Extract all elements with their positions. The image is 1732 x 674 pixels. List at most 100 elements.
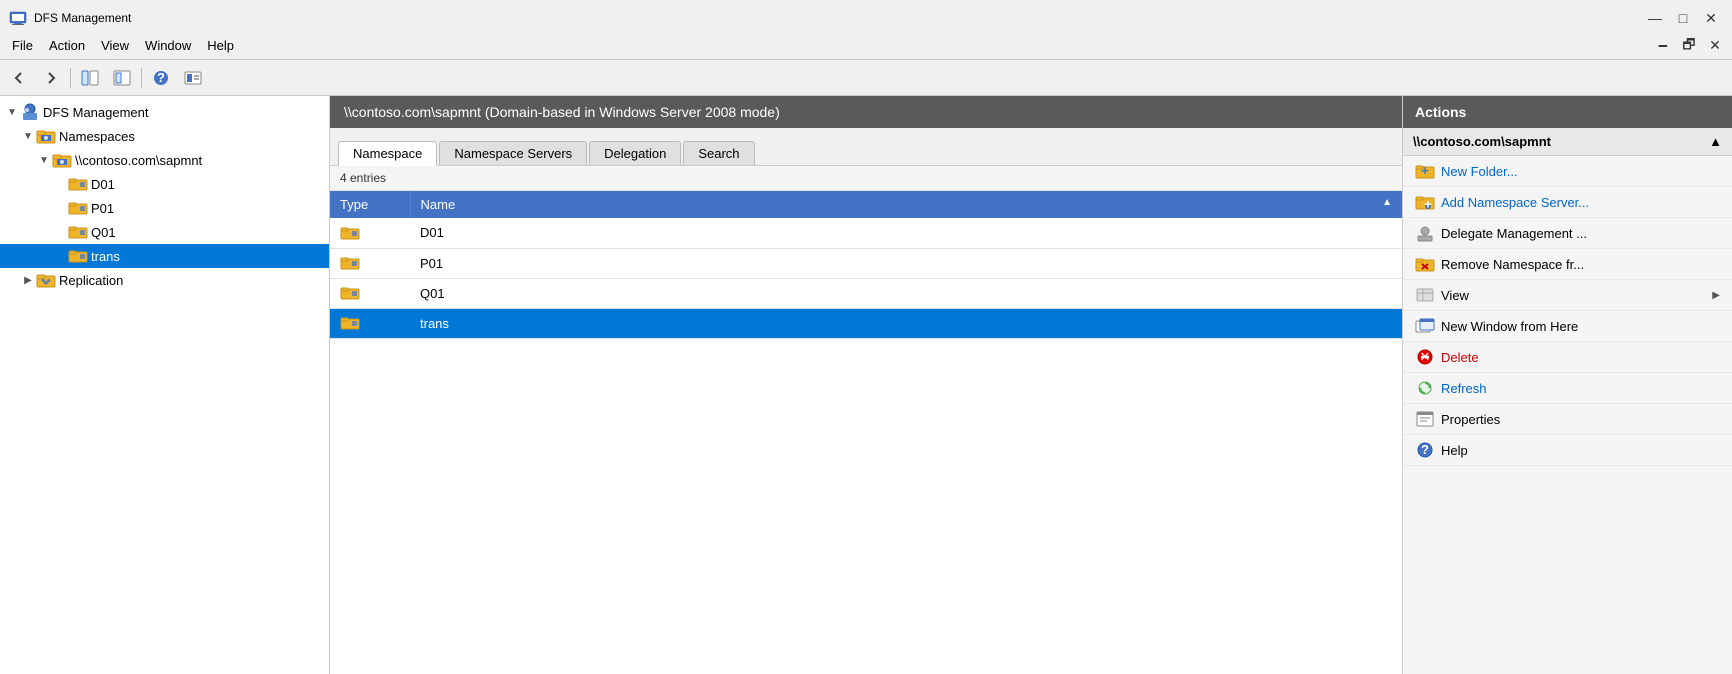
menu-item-action[interactable]: Action [41,36,93,55]
action-remove-namespace[interactable]: Remove Namespace fr... [1403,249,1732,280]
inner-maximize-button[interactable]: 🗗 [1676,36,1702,56]
action-delete[interactable]: ✕ Delete [1403,342,1732,373]
tree-item-replication[interactable]: ▶ Replication [0,268,329,292]
properties-icon [1415,409,1435,429]
q01-icon [68,222,88,242]
view-icon [1415,285,1435,305]
col-name[interactable]: Name ▲ [410,191,1402,218]
menu-item-view[interactable]: View [93,36,137,55]
action-label-refresh: Refresh [1441,381,1487,396]
table-row[interactable]: P01 [330,248,1402,278]
tree-label-namespace-root: \\contoso.com\sapmnt [75,153,202,168]
tree-label-namespaces: Namespaces [59,129,135,144]
tree-item-q01[interactable]: Q01 [0,220,329,244]
back-button[interactable] [4,65,34,91]
action-label-view: View [1441,288,1469,303]
row-icon-d01 [340,225,400,241]
action-new-window[interactable]: New Window from Here [1403,311,1732,342]
tree-label-trans: trans [91,249,120,264]
toolbar: ? [0,60,1732,96]
tree-item-d01[interactable]: D01 [0,172,329,196]
row-icon-p01 [340,255,400,271]
tree-item-p01[interactable]: P01 [0,196,329,220]
scope-button[interactable] [178,65,208,91]
svg-text:+: + [1421,163,1429,178]
forward-button[interactable] [36,65,66,91]
expand-q01 [52,224,68,240]
expand-namespaces[interactable]: ▼ [20,128,36,144]
table-body: D01 P01 [330,218,1402,338]
replication-icon [36,270,56,290]
svg-text:?: ? [1421,442,1429,457]
name-cell-d01: D01 [410,218,1402,248]
inner-close-button[interactable]: ✕ [1702,36,1728,56]
show-scope-button[interactable] [75,65,105,91]
namespaces-icon [36,126,56,146]
name-cell-p01: P01 [410,248,1402,278]
expand-d01 [52,176,68,192]
tree-item-namespace-root[interactable]: ▼ \\contoso.com\sapmnt [0,148,329,172]
collapse-icon: ▲ [1709,134,1722,149]
menu-item-file[interactable]: File [4,36,41,55]
title-bar-left: DFS Management [8,8,131,28]
content-header: \\contoso.com\sapmnt (Domain-based in Wi… [330,96,1402,128]
action-view[interactable]: View ▶ [1403,280,1732,311]
tab-search[interactable]: Search [683,141,754,165]
window-title: DFS Management [34,11,131,25]
menu-item-window[interactable]: Window [137,36,199,55]
remove-namespace-icon [1415,254,1435,274]
tab-namespace-servers[interactable]: Namespace Servers [439,141,587,165]
namespace-root-icon [52,150,72,170]
action-properties[interactable]: Properties [1403,404,1732,435]
tree-item-trans[interactable]: trans [0,244,329,268]
action-label-delegate: Delegate Management ... [1441,226,1587,241]
action-label-new-window: New Window from Here [1441,319,1578,334]
help-toolbar-button[interactable]: ? [146,65,176,91]
action-refresh[interactable]: Refresh [1403,373,1732,404]
minimize-button[interactable]: — [1642,8,1668,28]
name-cell-q01: Q01 [410,278,1402,308]
window-controls: — □ ✕ [1642,8,1724,28]
tree-item-namespaces[interactable]: ▼ Namespaces [0,124,329,148]
type-cell [330,308,410,338]
action-help[interactable]: ? Help [1403,435,1732,466]
action-label-delete: Delete [1441,350,1479,365]
table-row[interactable]: Q01 [330,278,1402,308]
maximize-button[interactable]: □ [1670,8,1696,28]
action-add-namespace-server[interactable]: + Add Namespace Server... [1403,187,1732,218]
row-icon-trans [340,315,400,331]
close-button[interactable]: ✕ [1698,8,1724,28]
p01-icon [68,198,88,218]
action-label-new-folder: New Folder... [1441,164,1518,179]
svg-text:✕: ✕ [1420,349,1431,364]
action-section-namespace[interactable]: \\contoso.com\sapmnt ▲ [1403,128,1732,156]
namespace-table: Type Name ▲ [330,191,1402,339]
action-delegate-management[interactable]: Delegate Management ... [1403,218,1732,249]
menu-bar: File Action View Window Help 🗕 🗗 ✕ [0,32,1732,60]
table-row[interactable]: D01 [330,218,1402,248]
expand-dfs-management[interactable]: ▼ [4,104,20,120]
tree-item-dfs-management[interactable]: ▼ DFS Management [0,100,329,124]
title-bar: DFS Management — □ ✕ [0,0,1732,32]
table-row[interactable]: trans [330,308,1402,338]
action-label-properties: Properties [1441,412,1500,427]
row-icon-q01 [340,285,400,301]
action-new-folder[interactable]: + New Folder... [1403,156,1732,187]
action-label-help: Help [1441,443,1468,458]
new-window-icon [1415,316,1435,336]
inner-restore-button[interactable]: 🗕 [1650,36,1676,56]
tab-namespace[interactable]: Namespace [338,141,437,166]
toolbar-separator-1 [70,68,71,88]
expand-namespace-root[interactable]: ▼ [36,152,52,168]
table-header: Type Name ▲ [330,191,1402,218]
show-console-button[interactable] [107,65,137,91]
app-icon [8,8,28,28]
name-cell-trans: trans [410,308,1402,338]
expand-replication[interactable]: ▶ [20,272,36,288]
svg-text:+: + [1424,197,1432,212]
type-cell [330,248,410,278]
menu-item-help[interactable]: Help [199,36,242,55]
tab-delegation[interactable]: Delegation [589,141,681,165]
tree-label-dfs-management: DFS Management [43,105,149,120]
col-type[interactable]: Type [330,191,410,218]
